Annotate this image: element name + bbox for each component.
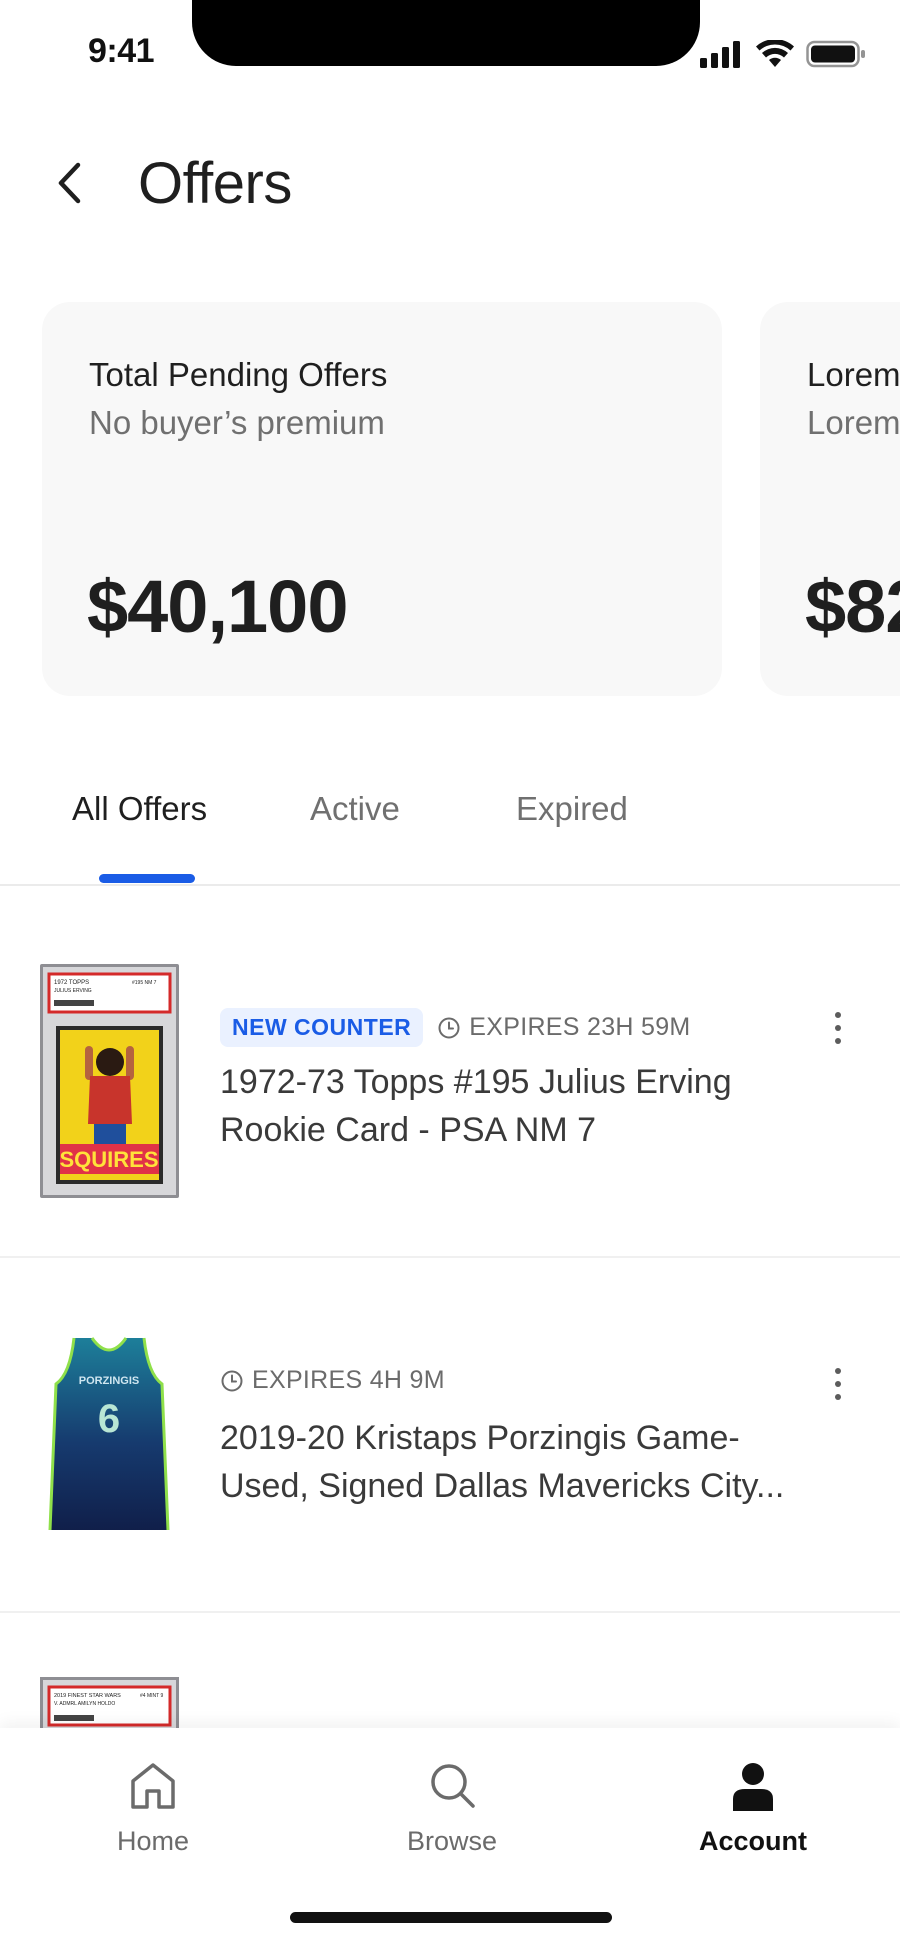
slab-label-player: V. ADMRL AMILYN HOLDO [54,1701,115,1707]
bottom-navigation: Home Browse Account [0,1728,900,1944]
chevron-left-icon [58,162,81,204]
search-icon [431,1764,475,1808]
slab-label-grade: #4 MINT 9 [140,1693,163,1699]
slab-label-player: JULIUS ERVING [54,988,92,994]
offer-meta: NEW COUNTER EXPIRES 23H 59M [220,1008,691,1047]
nav-home[interactable]: Home [63,1758,243,1857]
nav-label: Account [699,1826,807,1856]
offer-meta: EXPIRES 4H 9M [220,1366,445,1395]
back-button[interactable] [44,158,94,208]
slab-label-grade: #195 NM 7 [132,980,157,986]
status-time: 9:41 [88,32,155,70]
offer-item-name: 2019-20 Kristaps Porzingis Game- Used, S… [220,1414,820,1510]
summary-card-secondary[interactable]: Lorem Lorem $82 [760,302,900,696]
summary-cards-carousel[interactable]: Total Pending Offers No buyer’s premium … [0,302,900,696]
cellular-signal-icon [700,41,740,68]
kebab-dot [835,1381,841,1387]
slab-label-year: 2019 FINEST STAR WARS [54,1693,121,1699]
kebab-dot [835,1368,841,1374]
offer-list-item[interactable]: 2019 FINEST STAR WARS V. ADMRL AMILYN HO… [0,1613,900,1733]
expires-text: EXPIRES 23H 59M [469,1013,691,1041]
slab-label-year: 1972 TOPPS [54,980,89,986]
expires-text: EXPIRES 4H 9M [252,1366,445,1394]
offer-item-name: 1972-73 Topps #195 Julius Erving Rookie … [220,1063,732,1149]
offer-list-item[interactable]: 1972 TOPPS JULIUS ERVING #195 NM 7 SQUIR… [0,888,900,1258]
more-options-button[interactable] [826,1362,850,1406]
summary-card-amount: $82 [805,565,900,648]
nav-label: Browse [406,1826,498,1856]
tab-active[interactable]: Active [310,790,400,828]
summary-card-title: Total Pending Offers [89,356,388,393]
page-header: Offers [0,140,900,230]
clock-icon [221,1370,243,1391]
expires-label: EXPIRES 4H 9M [220,1366,445,1395]
nav-label: Home [116,1826,190,1856]
status-badge: NEW COUNTER [220,1008,424,1047]
kebab-dot [835,1038,841,1044]
wifi-icon [756,40,794,67]
clock-icon [438,1017,460,1038]
summary-card-subtitle: No buyer’s premium [89,404,385,441]
battery-icon [806,40,865,68]
status-bar: 9:41 [0,0,900,110]
home-indicator [290,1912,612,1923]
tab-active-indicator [99,874,195,883]
summary-card-pending[interactable]: Total Pending Offers No buyer’s premium … [42,302,722,696]
kebab-dot [835,1012,841,1018]
home-icon [131,1763,175,1809]
more-options-button[interactable] [826,1006,850,1050]
card-team-name: SQUIRES [59,1147,158,1172]
offer-tabs: All Offers Active Expired [0,760,900,886]
summary-card-amount: $40,100 [87,565,348,648]
device-notch [192,0,700,66]
graded-card-thumbnail: 2019 FINEST STAR WARS V. ADMRL AMILYN HO… [40,1677,179,1733]
tab-all-offers[interactable]: All Offers [72,790,207,828]
summary-card-subtitle: Lorem [807,404,900,441]
jersey-number: 6 [98,1397,120,1441]
kebab-dot [835,1025,841,1031]
expires-label: EXPIRES 23H 59M [437,1013,690,1042]
summary-card-title: Lorem [807,356,900,393]
offer-name-line: Used, Signed Dallas Mavericks City... [220,1467,785,1505]
jersey-thumbnail: PORZINGIS 6 [48,1337,170,1531]
nav-browse[interactable]: Browse [362,1758,542,1857]
account-icon [733,1763,773,1811]
page-title: Offers [138,151,292,216]
tab-expired[interactable]: Expired [516,790,628,828]
system-icons [700,40,866,68]
offer-name-line: 2019-20 Kristaps Porzingis Game- [220,1419,740,1457]
nav-account[interactable]: Account [663,1758,843,1857]
offer-list-item[interactable]: PORZINGIS 6 EXPIRES 4H 9M 2019-20 Krista… [0,1258,900,1613]
kebab-dot [835,1394,841,1400]
graded-card-thumbnail: 1972 TOPPS JULIUS ERVING #195 NM 7 SQUIR… [40,964,179,1198]
jersey-name: PORZINGIS [79,1375,140,1387]
